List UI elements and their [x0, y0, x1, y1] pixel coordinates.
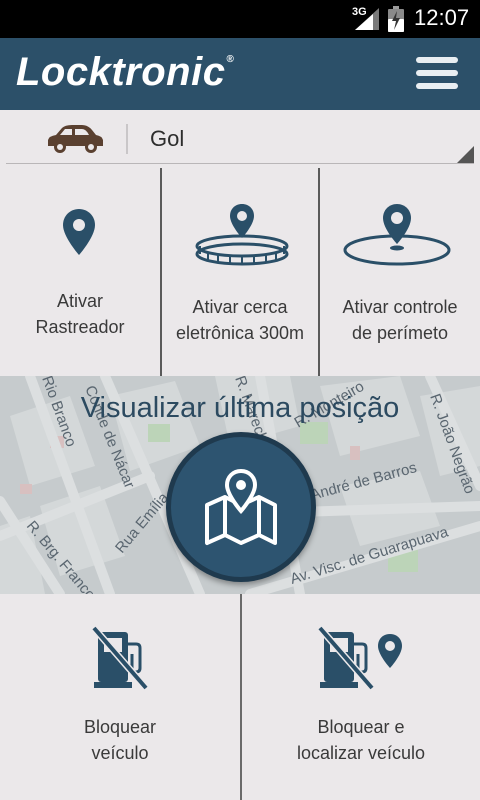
- activate-geofence-button[interactable]: Ativar cerca eletrônica 300m: [162, 168, 318, 376]
- block-locate-vehicle-label: Bloquear e localizar veículo: [296, 717, 426, 763]
- activate-geofence-label: Ativar cerca eletrônica 300m: [175, 297, 305, 343]
- vehicle-selected-value: Gol: [150, 126, 185, 151]
- status-clock: 12:07: [414, 5, 470, 30]
- block-fuel-icon: [92, 625, 149, 690]
- top-actions: Ativar Rastreador Ativar cerca eletrônic…: [0, 168, 480, 376]
- last-position-map-banner[interactable]: Rio Branco Conde de Nácar R. Brg. Franco…: [0, 376, 480, 594]
- activate-perimeter-label: Ativar controle de perímeto: [342, 297, 458, 343]
- vehicle-selector[interactable]: Gol: [0, 110, 480, 168]
- block-vehicle-button[interactable]: Bloquear veículo: [0, 594, 240, 800]
- activate-perimeter-button[interactable]: Ativar controle de perímeto: [320, 168, 480, 376]
- selector-divider: [126, 124, 128, 154]
- app-bar: Locktronic®: [0, 38, 480, 110]
- map-pin-icon: [63, 209, 95, 255]
- car-icon: [48, 125, 103, 153]
- bottom-actions: Bloquear veículo Bloquear e localizar ve…: [0, 594, 480, 800]
- block-vehicle-label: Bloquear veículo: [83, 717, 157, 763]
- activate-tracker-label: Ativar Rastreador: [35, 291, 125, 337]
- map-location-icon: [205, 468, 277, 545]
- app-logo: Locktronic®: [16, 50, 234, 95]
- selector-underline: [6, 163, 474, 164]
- signal-icon: [355, 8, 379, 30]
- status-bar: 3G 12:07: [0, 0, 480, 38]
- perimeter-pin-icon: [343, 204, 451, 266]
- block-locate-vehicle-button[interactable]: Bloquear e localizar veículo: [242, 594, 480, 800]
- view-last-position-button[interactable]: [166, 432, 316, 582]
- block-fuel-locate-icon: [318, 625, 402, 690]
- logo-text: Locktronic: [16, 50, 226, 94]
- last-position-title: Visualizar última posição: [80, 392, 400, 424]
- battery-icon: [388, 6, 404, 32]
- dropdown-corner-icon: [456, 146, 474, 164]
- logo-registered-mark: ®: [226, 54, 235, 65]
- hamburger-menu-icon[interactable]: [412, 54, 462, 96]
- activate-tracker-button[interactable]: Ativar Rastreador: [0, 168, 160, 376]
- geofence-fence-pin-icon: [195, 204, 289, 266]
